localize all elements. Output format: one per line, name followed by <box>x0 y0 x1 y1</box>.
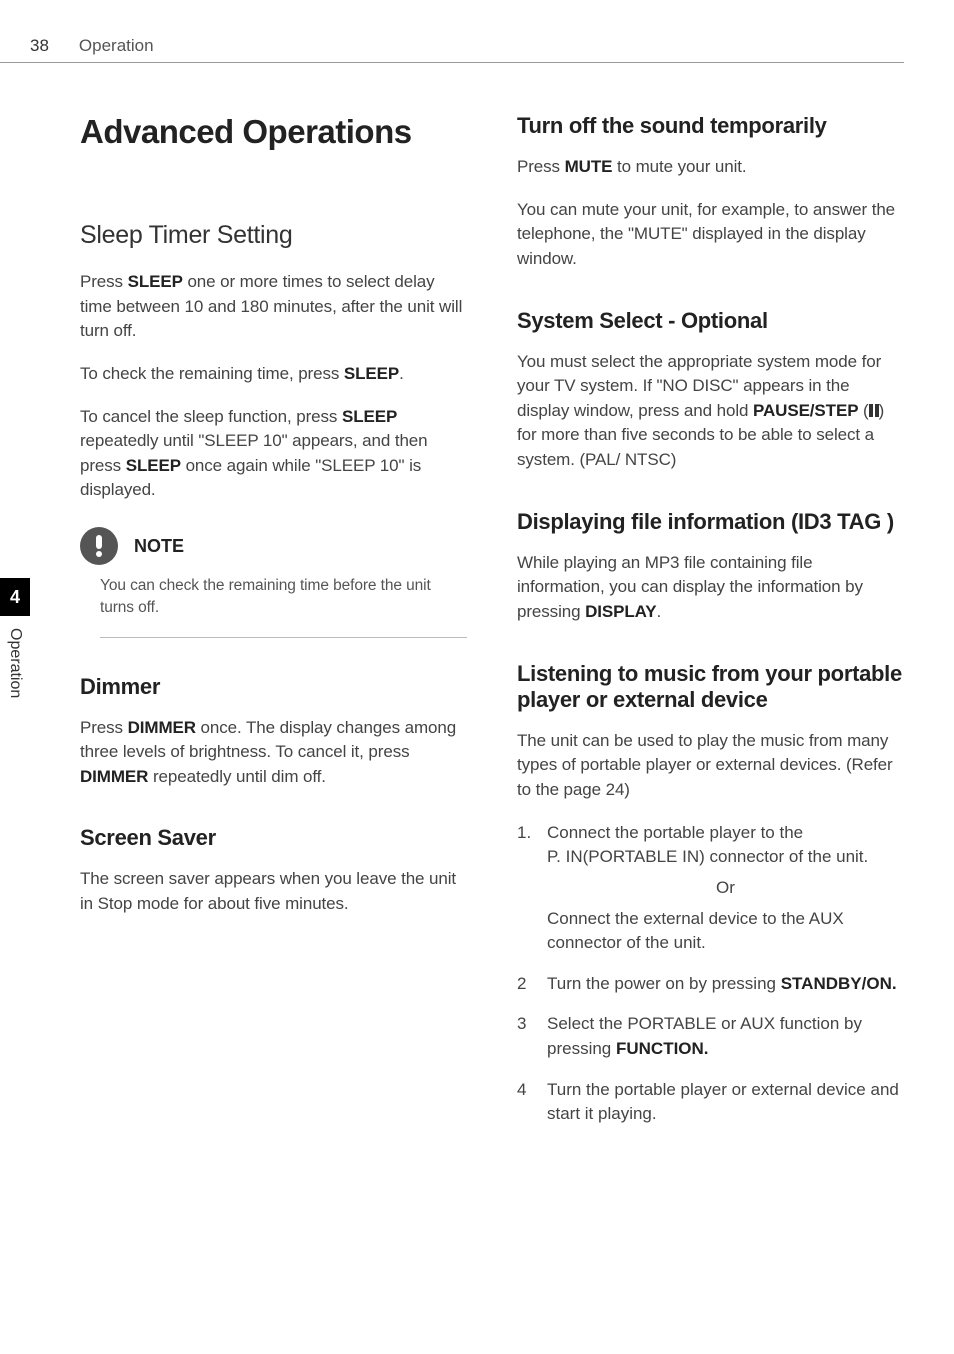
side-tab: 4 Operation <box>0 578 30 702</box>
list-item: 1. Connect the portable player to the P.… <box>517 821 904 956</box>
main-heading: Advanced Operations <box>80 113 467 151</box>
dimmer-heading: Dimmer <box>80 674 467 700</box>
screensaver-p1: The screen saver appears when you leave … <box>80 867 467 916</box>
note-icon <box>80 527 118 565</box>
system-p1: You must select the appropriate system m… <box>517 350 904 473</box>
sleep-p1: Press SLEEP one or more times to select … <box>80 270 467 344</box>
side-tab-label: Operation <box>6 624 24 702</box>
page-number: 38 <box>30 36 49 56</box>
left-column: Advanced Operations Sleep Timer Setting … <box>80 113 467 1143</box>
note-header: NOTE <box>80 527 467 565</box>
screensaver-heading: Screen Saver <box>80 825 467 851</box>
id3-p1: While playing an MP3 file containing fil… <box>517 551 904 625</box>
dimmer-p1: Press DIMMER once. The display changes a… <box>80 716 467 790</box>
header-section-title: Operation <box>79 36 154 56</box>
list-item: 2 Turn the power on by pressing STANDBY/… <box>517 972 904 997</box>
mute-heading: Turn off the sound temporarily <box>517 113 904 139</box>
right-column: Turn off the sound temporarily Press MUT… <box>517 113 904 1143</box>
id3-heading: Displaying file information (ID3 TAG ) <box>517 509 904 535</box>
sleep-timer-heading: Sleep Timer Setting <box>80 221 467 250</box>
portable-steps: 1. Connect the portable player to the P.… <box>517 821 904 1127</box>
side-tab-number: 4 <box>0 578 30 616</box>
mute-p1: Press MUTE to mute your unit. <box>517 155 904 180</box>
content-area: Advanced Operations Sleep Timer Setting … <box>0 63 954 1143</box>
portable-p1: The unit can be used to play the music f… <box>517 729 904 803</box>
page-header: 38 Operation <box>0 0 904 63</box>
pause-icon <box>869 404 879 417</box>
note-label: NOTE <box>134 536 184 557</box>
sleep-p3: To cancel the sleep function, press SLEE… <box>80 405 467 504</box>
list-item: 4 Turn the portable player or external d… <box>517 1078 904 1127</box>
mute-p2: You can mute your unit, for example, to … <box>517 198 904 272</box>
sleep-p2: To check the remaining time, press SLEEP… <box>80 362 467 387</box>
list-item: 3 Select the PORTABLE or AUX function by… <box>517 1012 904 1061</box>
portable-heading: Listening to music from your portable pl… <box>517 661 904 713</box>
note-text: You can check the remaining time before … <box>100 575 467 637</box>
system-select-heading: System Select - Optional <box>517 308 904 334</box>
